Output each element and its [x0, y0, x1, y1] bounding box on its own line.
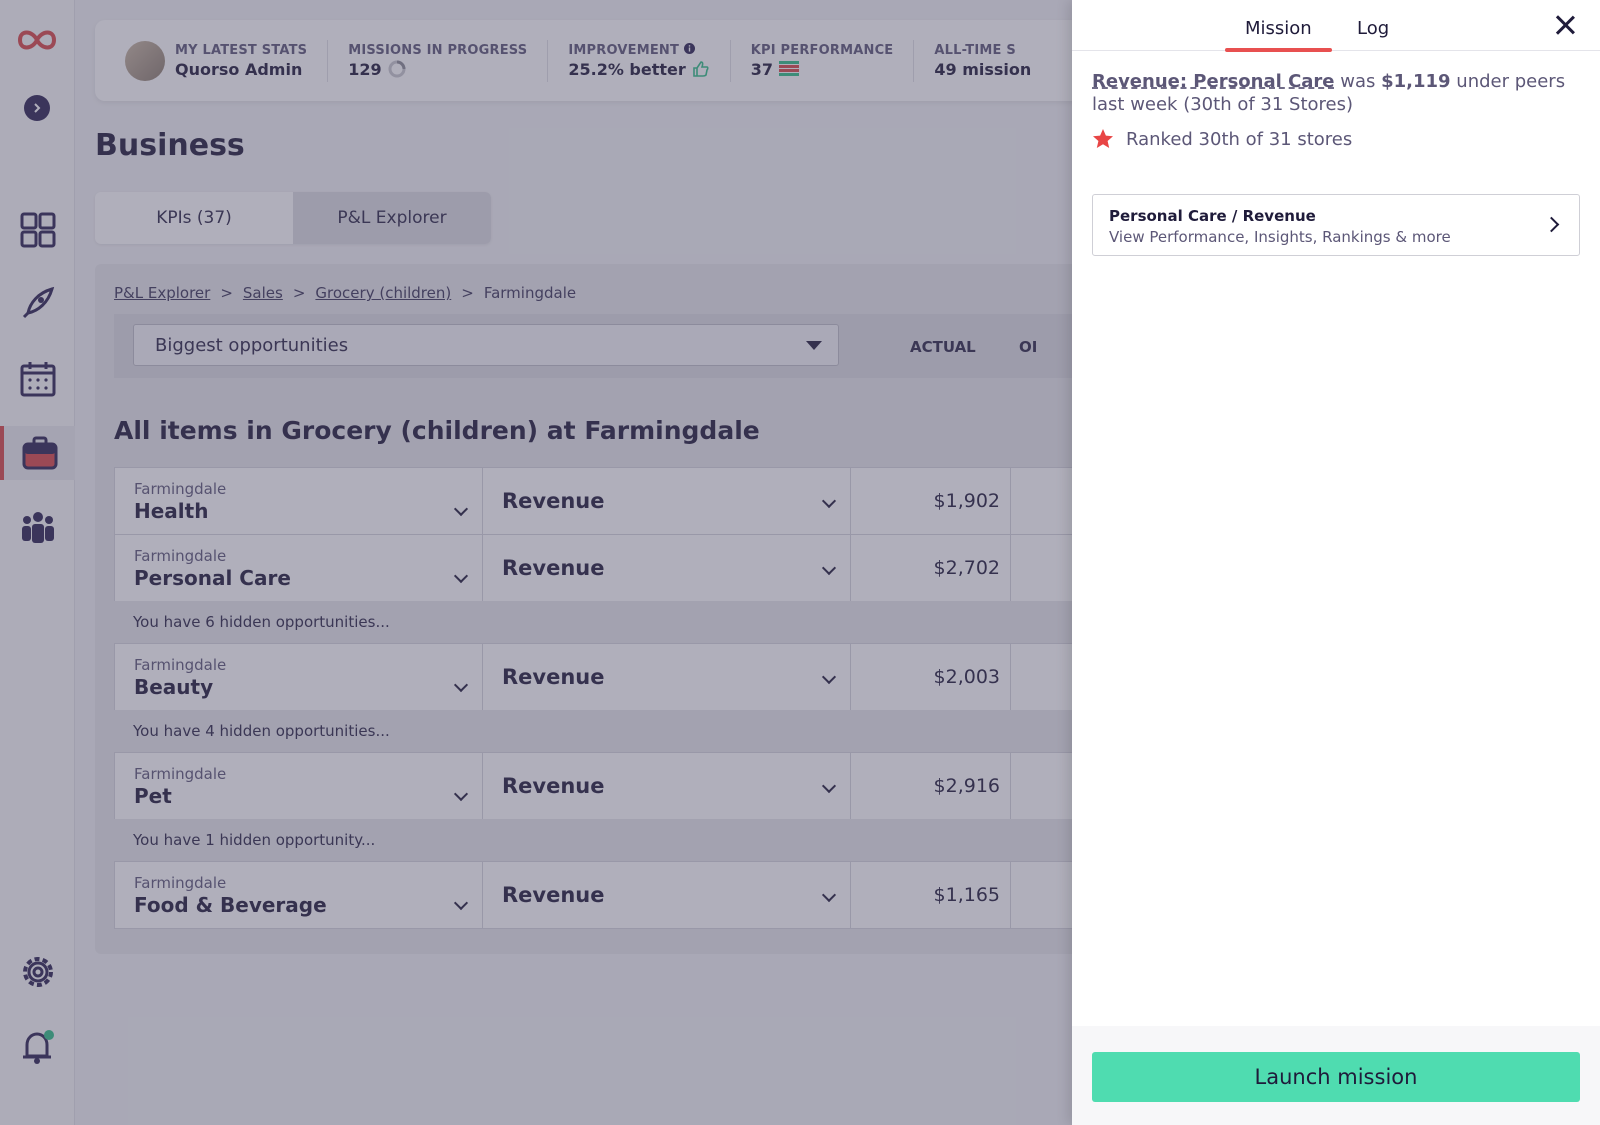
- card-subtitle: View Performance, Insights, Rankings & m…: [1109, 228, 1451, 246]
- rank-info: Ranked 30th of 31 stores: [1092, 128, 1352, 150]
- close-icon[interactable]: [1552, 12, 1578, 38]
- summary-text: was: [1334, 71, 1382, 92]
- mission-drawer: Mission Log Revenue: Personal Care was $…: [1072, 0, 1600, 1125]
- summary-amount: $1,119: [1381, 71, 1451, 92]
- launch-mission-button[interactable]: Launch mission: [1092, 1052, 1580, 1102]
- drawer-tabs: Mission Log: [1072, 0, 1600, 52]
- rank-text: Ranked 30th of 31 stores: [1126, 128, 1353, 150]
- star-icon: [1093, 129, 1113, 148]
- kpi-link[interactable]: Revenue: Personal Care: [1092, 71, 1335, 92]
- drawer-footer: Launch mission: [1072, 1026, 1600, 1125]
- card-title: Personal Care / Revenue: [1109, 207, 1316, 225]
- kpi-detail-card[interactable]: Personal Care / Revenue View Performance…: [1092, 194, 1580, 256]
- tab-mission[interactable]: Mission: [1225, 18, 1332, 52]
- tab-log[interactable]: Log: [1357, 18, 1389, 39]
- modal-backdrop[interactable]: [0, 0, 1072, 1125]
- mission-summary: Revenue: Personal Care was $1,119 under …: [1092, 70, 1582, 116]
